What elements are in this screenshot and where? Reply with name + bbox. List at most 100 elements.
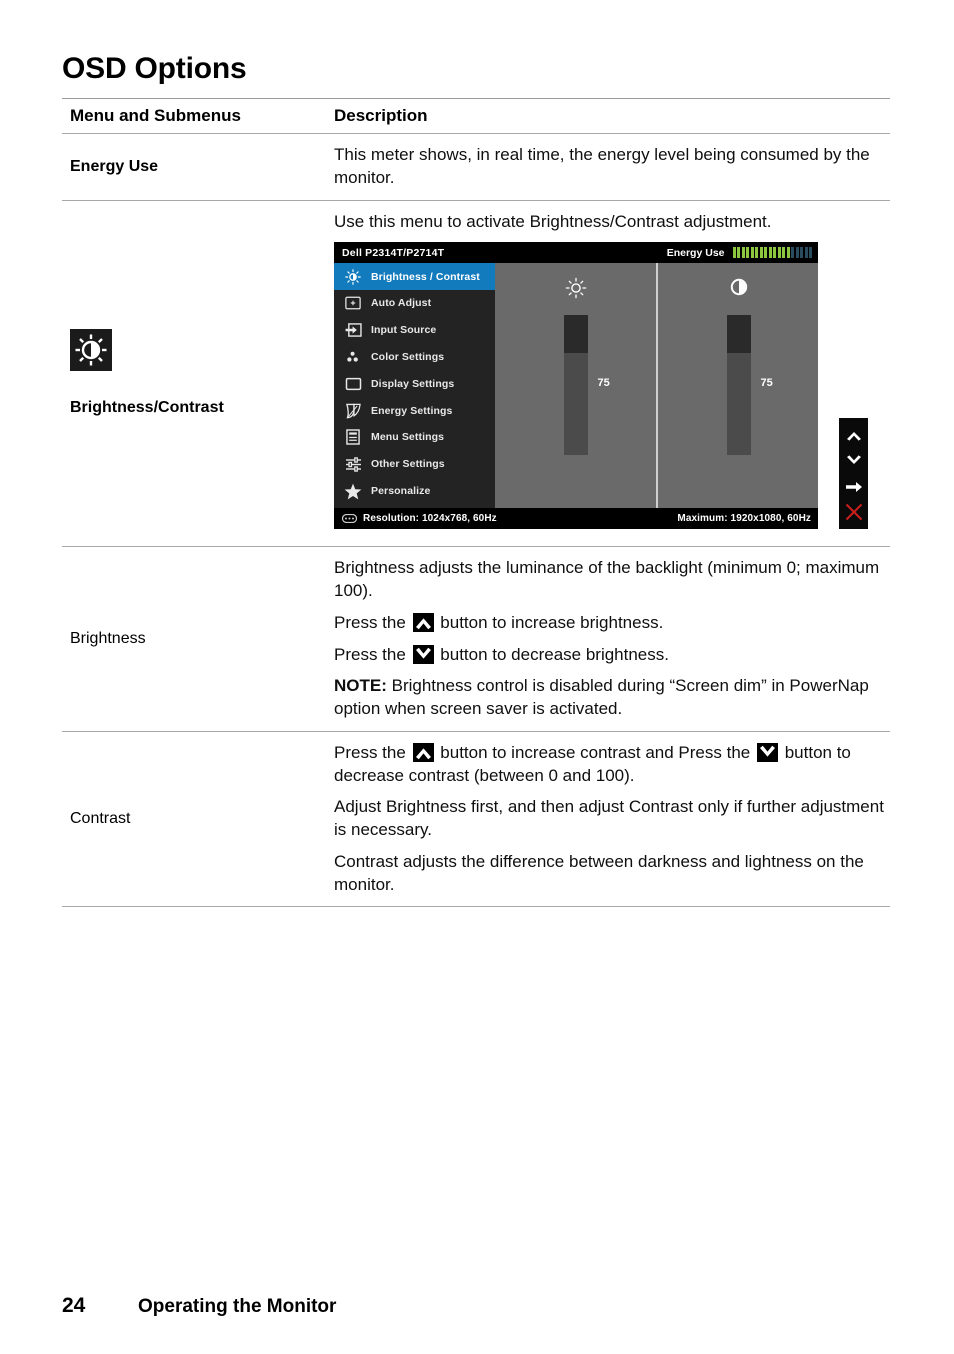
up-arrow-icon: [412, 612, 434, 632]
energy-meter-segment: [782, 247, 785, 259]
table-row-brightness: Brightness Brightness adjusts the lumina…: [62, 547, 890, 731]
osd-menu-item-input-source[interactable]: Input Source: [334, 317, 495, 344]
brightness-contrast-description: Use this menu to activate Brightness/Con…: [334, 211, 772, 231]
right-arrow-button[interactable]: [843, 476, 865, 498]
brightness-line-3-pre: Press the: [334, 644, 406, 664]
brightness-note: NOTE: Brightness control is disabled dur…: [334, 675, 886, 721]
color-settings-icon: [344, 348, 362, 366]
osd-button-column: [839, 418, 868, 530]
energy-meter-segment: [786, 247, 790, 259]
osd-menu-item-menu-settings[interactable]: Menu Settings: [334, 424, 495, 451]
osd-model-name: Dell P2314T/P2714T: [342, 246, 445, 259]
down-arrow-icon: [756, 742, 778, 762]
sliders-icon: [344, 455, 362, 473]
osd-menu-item-display-settings[interactable]: Display Settings: [334, 370, 495, 397]
table-row-brightness-contrast: Brightness/Contrast Use this menu to act…: [62, 201, 890, 547]
footer-page-number: 24: [62, 1294, 86, 1317]
brightness-line-3-post: button to decrease brightness.: [440, 644, 669, 664]
table-bottom-rule: [62, 906, 890, 908]
osd-menu-item-label: Personalize: [371, 485, 431, 498]
document-page: OSD Options Menu and Submenus Descriptio…: [0, 0, 954, 1354]
note-text: Brightness control is disabled during “S…: [334, 676, 869, 719]
energy-meter-segment: [764, 247, 767, 259]
page-title: OSD Options: [62, 52, 247, 85]
brightness-contrast-icon: [344, 268, 362, 286]
energy-meter-segment: [737, 247, 740, 259]
osd-body: Brightness / Contrast Auto Adjust Input So…: [334, 263, 819, 509]
input-source-icon: [344, 321, 362, 339]
energy-meter-segment: [777, 247, 781, 259]
brightness-line-1: Brightness adjusts the luminance of the …: [334, 558, 880, 601]
contrast-slider-track[interactable]: [726, 315, 751, 456]
energy-meter-segment: [809, 247, 812, 259]
row-label-cell: Brightness: [62, 547, 328, 731]
energy-meter-segment: [732, 247, 736, 259]
osd-energy-use-label: Energy Use: [666, 246, 725, 259]
contrast-line-1-pre: Press the: [334, 742, 406, 762]
osd-resolution-text: Resolution: 1024x768, 60Hz: [363, 513, 497, 525]
sun-icon: [565, 277, 587, 306]
osd-screenshot-figure: Dell P2314T/P2714T Energy Use Brightness…: [334, 242, 868, 532]
table-header-row: Menu and Submenus Description: [62, 99, 890, 133]
energy-meter-segment: [773, 247, 776, 259]
osd-contrast-slider[interactable]: 75: [658, 263, 819, 508]
label-contrast: Contrast: [70, 810, 131, 828]
osd-menu-item-personalize[interactable]: Personalize: [334, 478, 495, 505]
energy-meter-segment: [768, 247, 772, 259]
osd-menu-item-auto-adjust[interactable]: Auto Adjust: [334, 290, 495, 317]
energy-meter-segment: [755, 247, 758, 259]
note-label: NOTE:: [334, 676, 387, 696]
energy-meter-segment: [795, 247, 799, 259]
energy-meter-segment: [746, 247, 749, 259]
row-description-cell: Press the button to increase contrast an…: [328, 732, 890, 907]
brightness-line-2: Press the button to increase brightness.: [334, 612, 886, 635]
osd-menu-item-other-settings[interactable]: Other Settings: [334, 451, 495, 478]
display-settings-icon: [344, 375, 362, 393]
osd-menu-item-energy-settings[interactable]: Energy Settings: [334, 397, 495, 424]
brightness-contrast-icon: [70, 329, 112, 372]
osd-menu-item-brightness-contrast[interactable]: Brightness / Contrast: [334, 263, 495, 291]
osd-energy-use-indicator: Energy Use: [667, 246, 812, 260]
osd-menu-item-label: Display Settings: [371, 377, 455, 390]
energy-use-description: This meter shows, in real time, the ener…: [334, 145, 870, 187]
close-button[interactable]: [843, 501, 865, 523]
contrast-line-2: Adjust Brightness first, and then adjust…: [334, 797, 884, 840]
osd-menu-item-label: Energy Settings: [371, 404, 453, 417]
header-cell-description: Description: [334, 106, 428, 125]
brightness-line-2-pre: Press the: [334, 612, 406, 632]
osd-menu-item-color-settings[interactable]: Color Settings: [334, 344, 495, 371]
row-label-cell: Brightness/Contrast: [62, 201, 328, 547]
osd-menu-list[interactable]: Brightness / Contrast Auto Adjust Input So…: [334, 263, 495, 509]
vga-connector-icon: [342, 514, 357, 524]
energy-meter-segment: [759, 247, 763, 259]
down-arrow-button[interactable]: [843, 450, 865, 472]
energy-use-meter: [732, 247, 812, 259]
down-arrow-icon: [412, 644, 434, 664]
table-row-contrast: Contrast Press the button to increase co…: [62, 732, 890, 907]
energy-leaf-icon: [344, 402, 362, 420]
energy-meter-segment: [804, 247, 808, 259]
contrast-circle-icon: [729, 277, 749, 304]
brightness-slider-track[interactable]: [563, 315, 588, 456]
brightness-slider-unfilled: [563, 315, 588, 354]
menu-settings-icon: [344, 428, 362, 446]
brightness-value: 75: [597, 377, 610, 390]
brightness-line-2-post: button to increase brightness.: [440, 612, 664, 632]
osd-brightness-slider[interactable]: 75: [495, 263, 656, 508]
footer-section-title: Operating the Monitor: [138, 1296, 337, 1317]
up-arrow-button[interactable]: [843, 424, 865, 446]
contrast-line-1-mid: button to increase contrast and Press th…: [440, 742, 751, 762]
auto-adjust-icon: [344, 294, 362, 312]
osd-menu-item-label: Brightness / Contrast: [371, 270, 480, 283]
up-arrow-icon: [412, 742, 434, 762]
osd-title-bar: Dell P2314T/P2714T Energy Use: [334, 242, 818, 264]
energy-meter-segment: [741, 247, 745, 259]
header-cell-menu: Menu and Submenus: [70, 106, 241, 125]
osd-options-table: Menu and Submenus Description Energy Use…: [62, 98, 890, 908]
osd-menu-item-label: Input Source: [371, 324, 437, 337]
table-row-energy-use: Energy Use This meter shows, in real tim…: [62, 134, 890, 200]
label-energy-use: Energy Use: [70, 157, 159, 175]
label-brightness-contrast: Brightness/Contrast: [70, 399, 224, 417]
contrast-line-3: Contrast adjusts the difference between …: [334, 851, 864, 894]
brightness-line-3: Press the button to decrease brightness.: [334, 644, 886, 667]
